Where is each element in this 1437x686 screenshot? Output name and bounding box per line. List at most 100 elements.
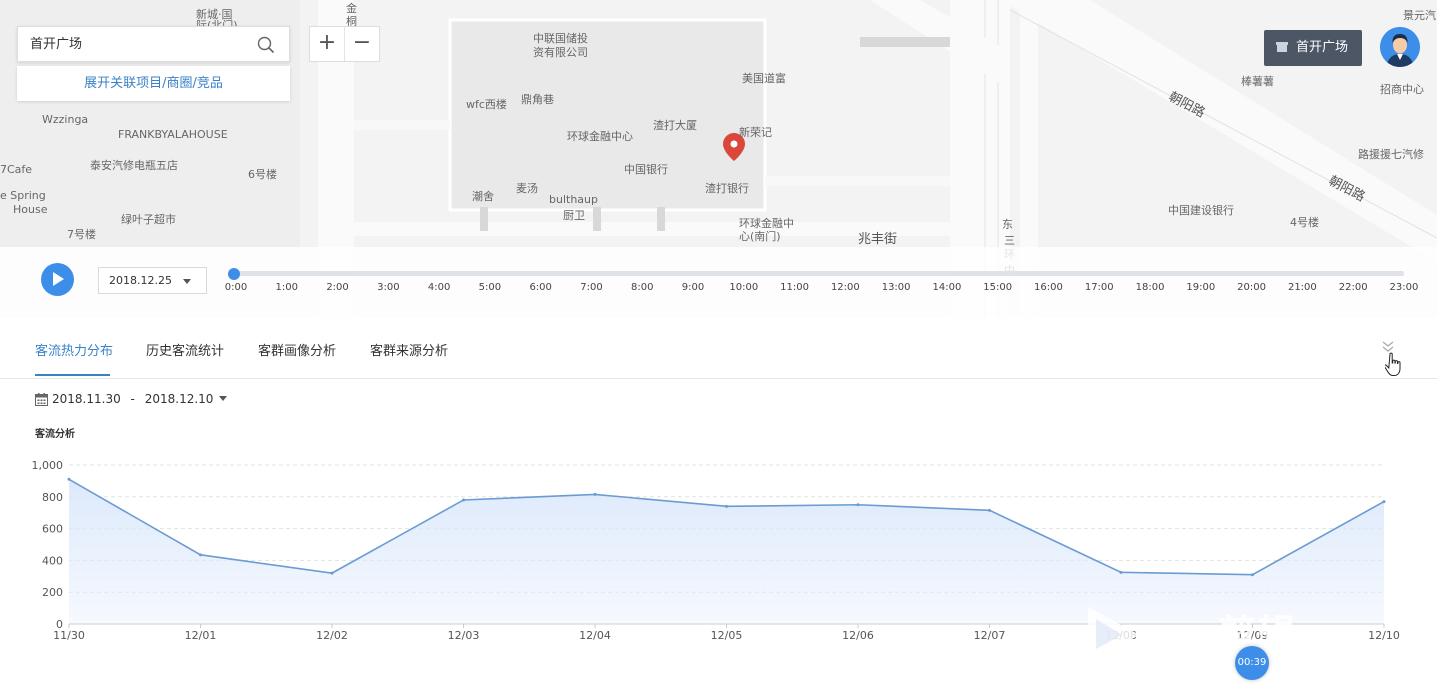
tab-history-stats[interactable]: 历史客流统计 [146, 340, 224, 359]
map-label: 渣打大厦 [653, 119, 697, 132]
x-tick-label: 12/05 [711, 629, 743, 640]
data-point [67, 477, 71, 481]
map-label: 景元汽 [1403, 9, 1436, 22]
timeline-handle[interactable] [228, 268, 240, 280]
y-tick-label: 600 [42, 523, 63, 536]
x-tick-label: 11/30 [53, 629, 85, 640]
timeline-hour-label: 10:00 [729, 282, 759, 293]
timeline-hour-label: 0:00 [224, 282, 248, 293]
timeline-hour-label: 6:00 [529, 282, 552, 293]
timeline-hour-label: 21:00 [1287, 282, 1317, 293]
map-label: 中国建设银行 [1168, 204, 1234, 217]
timeline-track[interactable] [234, 271, 1404, 276]
date-select-value: 2018.12.25 [109, 274, 172, 287]
data-point [1251, 573, 1254, 577]
play-button[interactable] [41, 263, 74, 296]
search-input[interactable] [30, 35, 250, 50]
map-label: 东 [1002, 218, 1013, 231]
map-label: 7Cafe [0, 163, 33, 176]
date-range-end: 2018.12.10 [144, 392, 214, 406]
map-label: 中国银行 [624, 163, 668, 176]
date-select[interactable]: 2018.12.25 [98, 267, 207, 294]
zoom-out-button[interactable]: − [344, 27, 379, 61]
hand-cursor-icon [1385, 352, 1401, 376]
chevron-down-icon [219, 396, 228, 401]
data-point [725, 504, 728, 508]
tab-active-indicator [35, 374, 110, 376]
map-label: e Spring [0, 189, 46, 202]
map-label: 招商中心 [1380, 83, 1424, 96]
timeline-hour-label: 8:00 [631, 282, 654, 293]
map-label: 渣打银行 [705, 182, 749, 195]
watermark-logo [1088, 607, 1140, 661]
map-label: 新荣记 [739, 126, 772, 139]
data-point [988, 508, 991, 512]
place-button[interactable]: 首开广场 [1264, 30, 1362, 66]
timeline-hour-label: 19:00 [1186, 282, 1216, 293]
chevron-down-icon [183, 279, 191, 284]
date-range-separator: - [130, 392, 135, 406]
map-label: 资有限公司 [533, 46, 588, 59]
search-icon[interactable] [257, 36, 275, 54]
recording-timer[interactable]: 00:39 [1235, 646, 1269, 680]
timeline-bar [0, 247, 1437, 318]
map-label: 麦汤 [516, 182, 538, 195]
map-label: 兆丰街 [858, 232, 898, 247]
x-tick-label: 12/02 [316, 629, 348, 640]
timeline-hour-label: 2:00 [326, 282, 349, 293]
map-label: 环球金融中心 [567, 130, 633, 143]
map-label: 厨卫 [563, 209, 585, 222]
x-tick-label: 12/10 [1368, 629, 1400, 640]
chart-title: 客流分析 [35, 429, 75, 440]
map-label: 绿叶子超市 [121, 213, 176, 226]
timeline-hour-label: 13:00 [881, 282, 911, 293]
data-point [856, 503, 860, 507]
map-label: FRANKBYALAHOUSE [118, 128, 228, 141]
search-box[interactable] [17, 26, 290, 62]
tab-source[interactable]: 客群来源分析 [370, 340, 448, 359]
user-avatar[interactable] [1380, 27, 1420, 67]
y-tick-label: 1,000 [32, 459, 64, 472]
timeline-hour-label: 20:00 [1237, 282, 1267, 293]
map-label: 美国道富 [742, 72, 786, 85]
timeline-hour-label: 1:00 [275, 282, 298, 293]
timeline-hour-label: 23:00 [1389, 282, 1419, 293]
timeline-hour-label: 14:00 [932, 282, 962, 293]
timeline-hour-label: 17:00 [1084, 282, 1114, 293]
timeline-hour-label: 9:00 [681, 282, 705, 293]
x-tick-label: 12/04 [579, 629, 611, 640]
timeline-hour-label: 15:00 [983, 282, 1013, 293]
data-point [330, 571, 334, 575]
store-icon [1276, 42, 1288, 52]
timeline-hour-label: 16:00 [1034, 282, 1063, 293]
zoom-in-button[interactable]: + [310, 27, 344, 61]
data-point [593, 492, 597, 496]
data-point [199, 553, 202, 557]
map-label: 鼎角巷 [521, 93, 554, 106]
place-button-label: 首开广场 [1296, 40, 1349, 55]
x-tick-label: 12/03 [448, 629, 480, 640]
timeline-hour-label: 3:00 [377, 282, 400, 293]
map-label: 泰安汽修电瓶五店 [90, 159, 178, 172]
map-label: 心(南门) [739, 230, 781, 243]
timeline-hour-label: 22:00 [1338, 282, 1368, 293]
map-label: 路援援七汽修 [1358, 148, 1424, 161]
map-label: bulthaup [549, 193, 598, 206]
tab-portrait[interactable]: 客群画像分析 [258, 340, 336, 359]
date-range-picker[interactable]: 2018.11.30 - 2018.12.10 [35, 392, 228, 406]
map-label: 4号楼 [1290, 216, 1319, 229]
data-point [1119, 570, 1123, 574]
map-label: Wzzinga [42, 113, 89, 126]
y-tick-label: 400 [42, 554, 63, 567]
expand-related-link[interactable]: 展开关联项目/商圈/竞品 [17, 66, 290, 101]
zoom-control: + − [309, 26, 380, 62]
timeline-hour-label: 4:00 [427, 282, 451, 293]
tab-heatmap[interactable]: 客流热力分布 [35, 340, 113, 359]
map-label: House [13, 203, 48, 216]
play-icon [53, 272, 64, 286]
x-tick-label: 12/06 [842, 629, 874, 640]
map-label: 棒薯薯 [1241, 75, 1274, 88]
y-tick-label: 800 [42, 491, 63, 504]
map-label: 潮舍 [472, 190, 494, 203]
map-label: 7号楼 [67, 228, 96, 241]
